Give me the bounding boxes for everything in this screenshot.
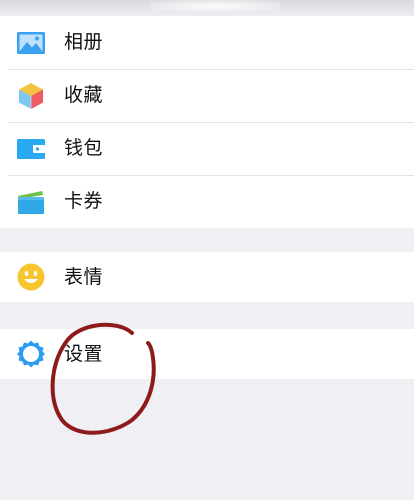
card-coupon-icon [18,190,44,214]
menu-item-cards[interactable]: 卡券 [0,175,414,228]
album-icon [17,31,45,54]
menu-group-main: 相册 收藏 钱包 卡券 [0,16,414,228]
menu-item-label: 相册 [64,31,104,53]
gear-icon [17,340,45,368]
menu-item-label: 设置 [64,342,104,365]
menu-item-label: 收藏 [64,84,104,106]
menu-item-favorites[interactable]: 收藏 [0,69,414,122]
smiley-icon [17,263,45,291]
menu-item-settings[interactable]: 设置 [0,329,414,379]
wallet-icon [17,138,45,159]
menu-item-label: 卡券 [64,190,104,212]
me-tab-screen: 相册 收藏 钱包 卡券 表情 设置 [0,0,414,500]
menu-item-label: 表情 [64,265,104,288]
menu-item-album[interactable]: 相册 [0,16,414,69]
menu-item-label: 钱包 [64,137,104,159]
top-banner-edge [0,0,414,16]
menu-group-settings: 设置 [0,329,414,379]
menu-item-wallet[interactable]: 钱包 [0,122,414,175]
menu-item-stickers[interactable]: 表情 [0,252,414,302]
menu-group-stickers: 表情 [0,252,414,302]
favorites-cube-icon [19,82,43,109]
